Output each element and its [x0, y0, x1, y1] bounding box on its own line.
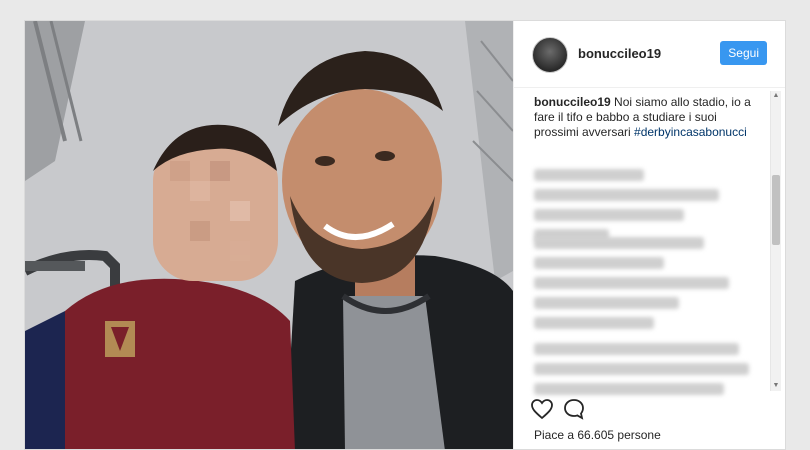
scroll-down-arrow-icon[interactable]: ▼ — [772, 381, 780, 391]
avatar[interactable] — [532, 37, 568, 73]
blurred-comment — [534, 343, 739, 355]
follow-button[interactable]: Segui — [720, 41, 767, 65]
blurred-comment — [534, 237, 704, 249]
post-photo[interactable] — [25, 21, 513, 449]
blurred-comment — [534, 297, 679, 309]
blurred-comment — [534, 277, 729, 289]
blurred-comment — [534, 317, 654, 329]
caption-hashtag[interactable]: #derbyincasabonucci — [634, 125, 747, 139]
caption: bonuccileo19 Noi siamo allo stadio, io a… — [534, 95, 764, 140]
blurred-comment — [534, 363, 749, 375]
comments-area: bonuccileo19 Noi siamo allo stadio, io a… — [534, 95, 764, 395]
scroll-thumb[interactable] — [772, 175, 780, 245]
comment-icon[interactable] — [562, 397, 586, 421]
post-side-panel: bonuccileo19 Segui bonuccileo19 Noi siam… — [513, 21, 785, 449]
blurred-comment — [534, 169, 644, 181]
instagram-post: bonuccileo19 Segui bonuccileo19 Noi siam… — [24, 20, 786, 450]
blurred-comment — [534, 209, 684, 221]
post-actions — [530, 397, 770, 421]
blurred-comment — [534, 257, 664, 269]
blurred-comment — [534, 383, 724, 395]
blurred-comment — [534, 189, 719, 201]
username[interactable]: bonuccileo19 — [578, 46, 661, 61]
likes-count[interactable]: Piace a 66.605 persone — [534, 428, 661, 442]
scroll-up-arrow-icon[interactable]: ▲ — [772, 91, 780, 101]
post-header: bonuccileo19 Segui — [514, 21, 785, 88]
comments-scrollbar[interactable]: ▲ ▼ — [770, 91, 781, 391]
caption-username[interactable]: bonuccileo19 — [534, 95, 611, 109]
heart-icon[interactable] — [530, 397, 554, 421]
